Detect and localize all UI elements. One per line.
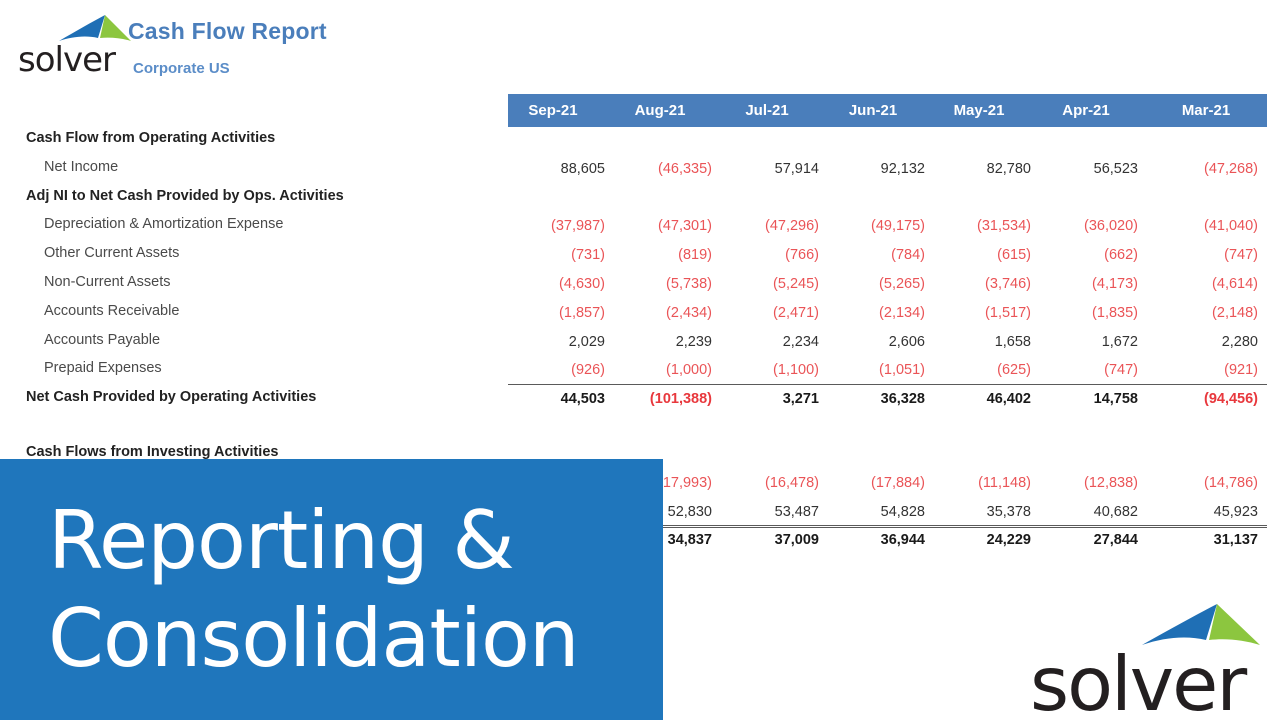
table-cell: 3,271 [782, 391, 819, 408]
table-cell: (1,051) [879, 362, 925, 379]
table-cell: 27,844 [1093, 532, 1138, 549]
table-cell: 53,487 [774, 503, 819, 520]
section-title: Cash Flow from Operating Activities [26, 130, 276, 146]
column-header-aug-21: Aug-21 [634, 102, 686, 119]
row-label: Non-Current Assets [44, 274, 171, 290]
table-cell: (625) [997, 362, 1031, 379]
table-cell: (41,040) [1203, 218, 1258, 235]
table-cell: (101,388) [649, 391, 712, 408]
table-cell: (47,268) [1203, 160, 1258, 177]
table-cell: (46,335) [657, 160, 712, 177]
table-cell: (1,835) [1092, 304, 1138, 321]
table-cell: (926) [571, 362, 605, 379]
solver-logo-bottom: solver [1030, 588, 1270, 720]
total-rule [508, 384, 1267, 386]
table-cell: (14,786) [1203, 474, 1258, 491]
table-cell: 57,914 [774, 160, 819, 177]
table-cell: 2,239 [675, 333, 712, 350]
title-overlay-banner: Reporting & Consolidation [0, 459, 663, 720]
table-cell: 37,009 [774, 532, 819, 549]
table-cell: (747) [1104, 362, 1138, 379]
row-label: Adj NI to Net Cash Provided by Ops. Acti… [26, 187, 344, 204]
table-cell: 1,658 [994, 333, 1031, 350]
table-cell: (5,265) [879, 276, 925, 292]
table-cell: 2,606 [888, 333, 925, 350]
table-cell: 14,758 [1093, 391, 1138, 408]
table-cell: 54,828 [880, 503, 925, 520]
table-cell: (17,884) [870, 474, 925, 491]
table-cell: (11,148) [978, 474, 1031, 491]
table-cell: (1,517) [985, 304, 1031, 321]
table-cell: 36,328 [880, 391, 925, 408]
table-cell: (921) [1224, 362, 1258, 379]
row-label: Net Cash Provided by Operating Activitie… [26, 389, 317, 406]
table-cell: (12,838) [1083, 474, 1138, 491]
solver-wordmark-bottom: solver [1030, 640, 1247, 720]
table-cell: 2,029 [568, 333, 605, 350]
table-cell: 36,944 [880, 532, 925, 549]
row-label: Prepaid Expenses [44, 360, 162, 377]
table-cell: 24,229 [986, 532, 1031, 549]
table-cell: (784) [891, 247, 925, 264]
table-cell: 82,780 [986, 160, 1031, 177]
table-cell: (36,020) [1083, 218, 1138, 235]
table-cell: (2,434) [666, 304, 712, 321]
row-label: Depreciation & Amortization Expense [44, 216, 284, 233]
table-cell: (5,738) [666, 276, 712, 292]
column-header-may-21: May-21 [953, 102, 1005, 119]
row-label: Accounts Payable [44, 331, 161, 348]
table-cell: 88,605 [560, 160, 605, 177]
table-cell: (5,245) [773, 276, 819, 292]
table-cell: (16,478) [764, 474, 819, 491]
table-cell: (731) [571, 247, 605, 264]
row-label: Net Income [44, 158, 119, 175]
column-header-sep-21: Sep-21 [528, 102, 578, 119]
table-cell: (662) [1104, 247, 1138, 264]
column-header-jun-21: Jun-21 [848, 102, 898, 119]
column-header-mar-21: Mar-21 [1181, 102, 1231, 119]
table-cell: 92,132 [880, 160, 925, 177]
table-cell: 2,280 [1221, 333, 1258, 350]
table-cell: (31,534) [976, 218, 1031, 235]
table-cell: 56,523 [1093, 160, 1138, 177]
banner-line-2: Consolidation [48, 591, 580, 685]
table-cell: (49,175) [870, 218, 925, 235]
column-header-jul-21: Jul-21 [745, 102, 789, 119]
table-cell: 45,923 [1213, 503, 1258, 520]
row-label: Accounts Receivable [44, 302, 180, 319]
table-cell: 1,672 [1101, 333, 1138, 350]
table-cell: (2,134) [879, 304, 925, 321]
row-label: Other Current Assets [44, 245, 180, 262]
report-slide: solver Cash Flow Report Corporate US Sep… [0, 0, 1280, 720]
table-cell: (1,857) [559, 304, 605, 321]
table-cell: (766) [785, 247, 819, 264]
table-cell: (4,630) [559, 276, 605, 292]
section-title: Cash Flows from Investing Activities [26, 444, 279, 460]
table-cell: (47,296) [764, 218, 819, 235]
table-cell: (37,987) [550, 218, 605, 235]
table-cell: (1,100) [773, 362, 819, 379]
table-cell: 40,682 [1093, 503, 1138, 520]
table-cell: (615) [997, 247, 1031, 264]
banner-line-1: Reporting & [48, 493, 515, 587]
table-cell: (747) [1224, 247, 1258, 264]
table-cell: (47,301) [657, 218, 712, 235]
table-cell: (3,746) [985, 276, 1031, 292]
table-cell: 35,378 [986, 503, 1031, 520]
table-cell: 46,402 [986, 391, 1031, 408]
table-cell: (4,173) [1092, 276, 1138, 292]
table-cell: (4,614) [1212, 276, 1258, 292]
table-cell: (1,000) [666, 362, 712, 379]
table-cell: (819) [678, 247, 712, 264]
table-cell: 44,503 [560, 391, 605, 408]
column-header-apr-21: Apr-21 [1062, 102, 1110, 119]
table-cell: (94,456) [1203, 391, 1258, 408]
table-cell: 31,137 [1213, 532, 1258, 549]
table-cell: (2,148) [1212, 304, 1258, 321]
table-cell: (2,471) [773, 304, 819, 321]
table-cell: 2,234 [782, 333, 819, 350]
